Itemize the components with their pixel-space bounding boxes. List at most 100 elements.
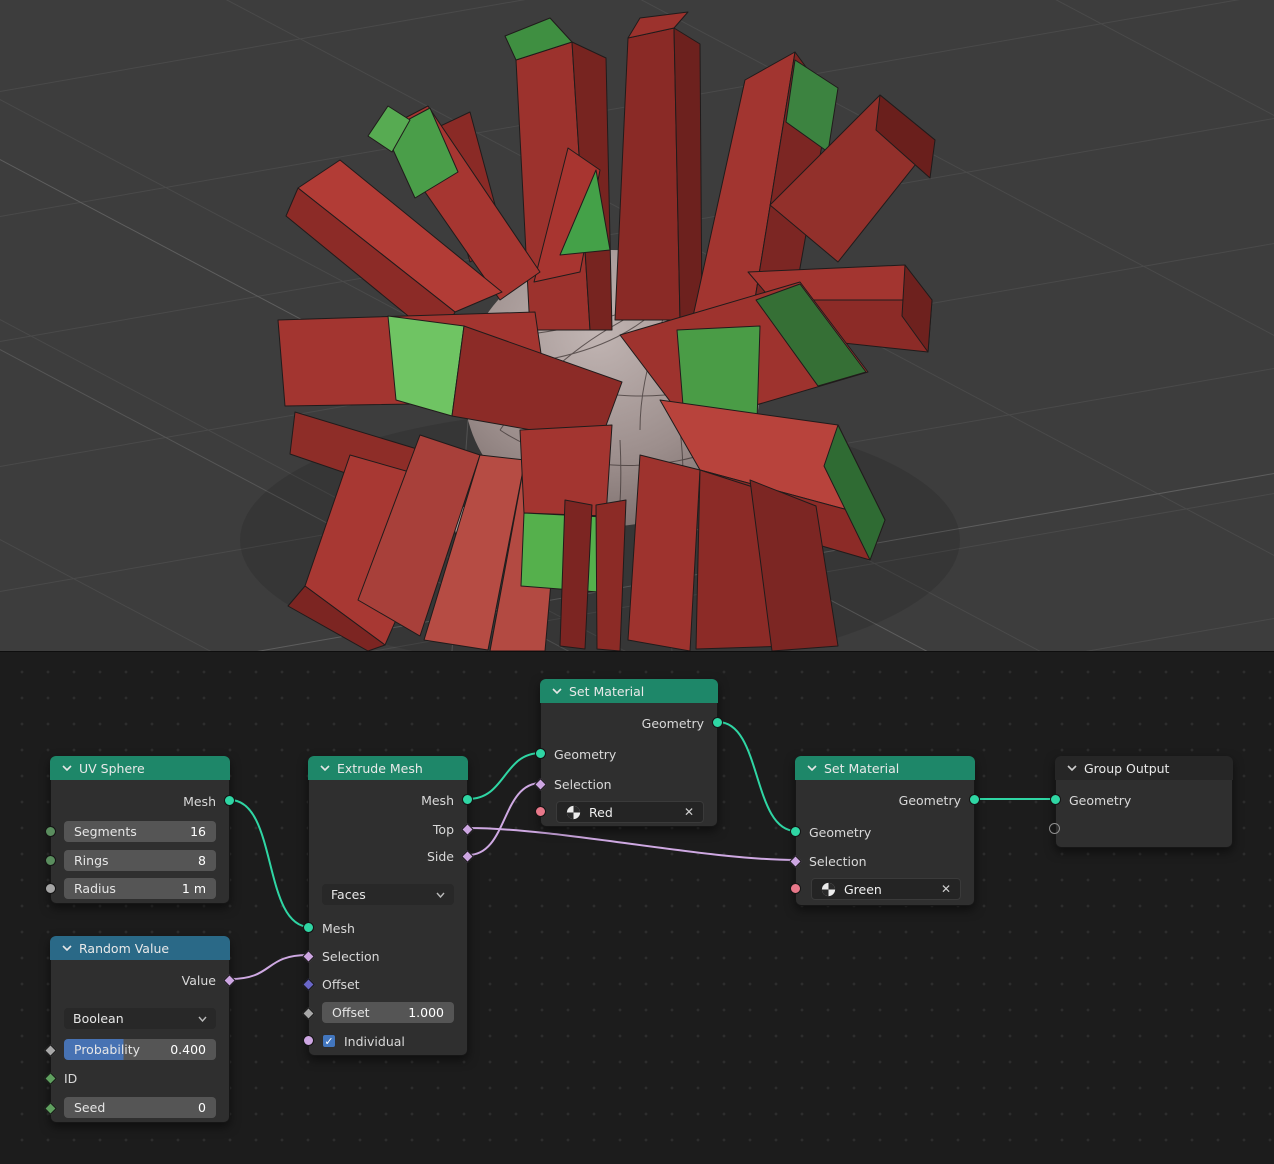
input-label: Selection [554,777,612,792]
input-label: Geometry [1069,793,1131,808]
output-row-geometry: Geometry [796,789,974,811]
material-selector[interactable]: Red ✕ [556,801,704,823]
field-label: Radius [74,881,116,896]
clear-icon[interactable]: ✕ [941,882,951,896]
node-uv-sphere[interactable]: UV Sphere Mesh Segments 16 Rings 8 Radiu… [50,756,230,904]
output-row-geometry: Geometry [541,712,717,734]
chevron-down-icon[interactable] [1067,765,1077,771]
output-label: Geometry [642,716,704,731]
viewport-3d[interactable] [0,0,1274,651]
socket-material-input[interactable] [535,806,546,817]
radius-field[interactable]: Radius 1 m [64,878,216,899]
node-title: Group Output [1084,761,1169,776]
node-header[interactable]: Set Material [795,756,975,780]
field-label: Segments [74,824,137,839]
node-title: Extrude Mesh [337,761,423,776]
input-row-selection: Selection [309,945,467,967]
input-label: ID [64,1071,77,1086]
node-header[interactable]: Set Material [540,679,718,703]
node-title: Random Value [79,941,169,956]
field-label: Rings [74,853,109,868]
input-row-geometry: Geometry [541,743,717,765]
input-label: Selection [322,949,380,964]
link-side-setmat1-selection [468,783,541,855]
node-extrude-mesh[interactable]: Extrude Mesh Mesh Top Side Faces Mesh Se… [308,756,468,1056]
input-row-selection: Selection [541,773,717,795]
socket-geometry-input[interactable] [1050,794,1061,805]
node-set-material-green[interactable]: Set Material Geometry Geometry Selection… [795,756,975,906]
material-selector[interactable]: Green ✕ [811,878,961,900]
chevron-down-icon[interactable] [320,765,330,771]
input-row-mesh: Mesh [309,917,467,939]
field-label: Seed [74,1100,105,1115]
link-extrude-setmat1 [468,753,541,799]
socket-geometry-output[interactable] [712,717,723,728]
input-label: Geometry [809,825,871,840]
link-random-selection [230,955,308,979]
socket-mesh-output[interactable] [224,795,235,806]
geometry-nodes-editor[interactable]: UV Sphere Mesh Segments 16 Rings 8 Radiu… [0,651,1274,1163]
socket-segments-input[interactable] [45,826,56,837]
input-label: Mesh [322,921,355,936]
checkbox-label: Individual [344,1034,405,1049]
link-uvsphere-extrude [230,800,310,927]
clear-icon[interactable]: ✕ [684,805,694,819]
node-header[interactable]: Random Value [50,936,230,960]
socket-geometry-output[interactable] [969,794,980,805]
input-row-geometry: Geometry [1056,789,1232,811]
socket-individual-input[interactable] [303,1035,314,1046]
field-label: Probability [74,1042,140,1057]
node-header[interactable]: Group Output [1055,756,1233,780]
output-label: Mesh [421,793,454,808]
socket-virtual-input[interactable] [1049,823,1060,834]
segments-field[interactable]: Segments 16 [64,821,216,842]
input-row-selection: Selection [796,850,974,872]
field-value: 0.400 [170,1042,206,1057]
output-row-top: Top [309,818,467,840]
dropdown-value: Boolean [73,1011,124,1026]
individual-checkbox[interactable]: ✓ [322,1034,336,1048]
socket-geometry-input[interactable] [790,826,801,837]
output-label: Geometry [899,793,961,808]
node-header[interactable]: Extrude Mesh [308,756,468,780]
node-group-output[interactable]: Group Output Geometry [1055,756,1233,848]
chevron-down-icon[interactable] [552,688,562,694]
socket-radius-input[interactable] [45,883,56,894]
node-header[interactable]: UV Sphere [50,756,230,780]
rings-field[interactable]: Rings 8 [64,850,216,871]
node-title: Set Material [569,684,644,699]
socket-mesh-input[interactable] [303,922,314,933]
output-label: Side [427,849,454,864]
node-title: Set Material [824,761,899,776]
field-value: 1 m [182,881,206,896]
socket-mesh-output[interactable] [462,794,473,805]
input-label: Geometry [554,747,616,762]
material-name: Green [844,882,933,897]
material-name: Red [589,805,676,820]
link-setmat1-setmat2 [718,722,796,831]
seed-field[interactable]: Seed 0 [64,1097,216,1118]
field-value: 8 [198,853,206,868]
dropdown-value: Faces [331,887,366,902]
link-top-setmat2-selection [468,828,796,860]
viewport-render [0,0,1274,651]
node-set-material-red[interactable]: Set Material Geometry Geometry Selection… [540,679,718,827]
chevron-down-icon[interactable] [62,945,72,951]
chevron-down-icon[interactable] [807,765,817,771]
chevron-down-icon[interactable] [62,765,72,771]
field-label: Offset [332,1005,370,1020]
socket-rings-input[interactable] [45,855,56,866]
socket-material-input[interactable] [790,883,801,894]
mode-dropdown[interactable]: Faces [322,884,454,905]
data-type-dropdown[interactable]: Boolean [64,1008,216,1029]
input-row-offset: Offset [309,973,467,995]
output-label: Value [182,973,216,988]
probability-slider[interactable]: Probability 0.400 [64,1039,216,1060]
socket-geometry-input[interactable] [535,748,546,759]
offset-scale-field[interactable]: Offset 1.000 [322,1002,454,1023]
output-label: Mesh [183,794,216,809]
input-row-geometry: Geometry [796,821,974,843]
node-random-value[interactable]: Random Value Value Boolean Probability 0… [50,936,230,1123]
material-icon [821,882,836,897]
output-label: Top [433,822,454,837]
